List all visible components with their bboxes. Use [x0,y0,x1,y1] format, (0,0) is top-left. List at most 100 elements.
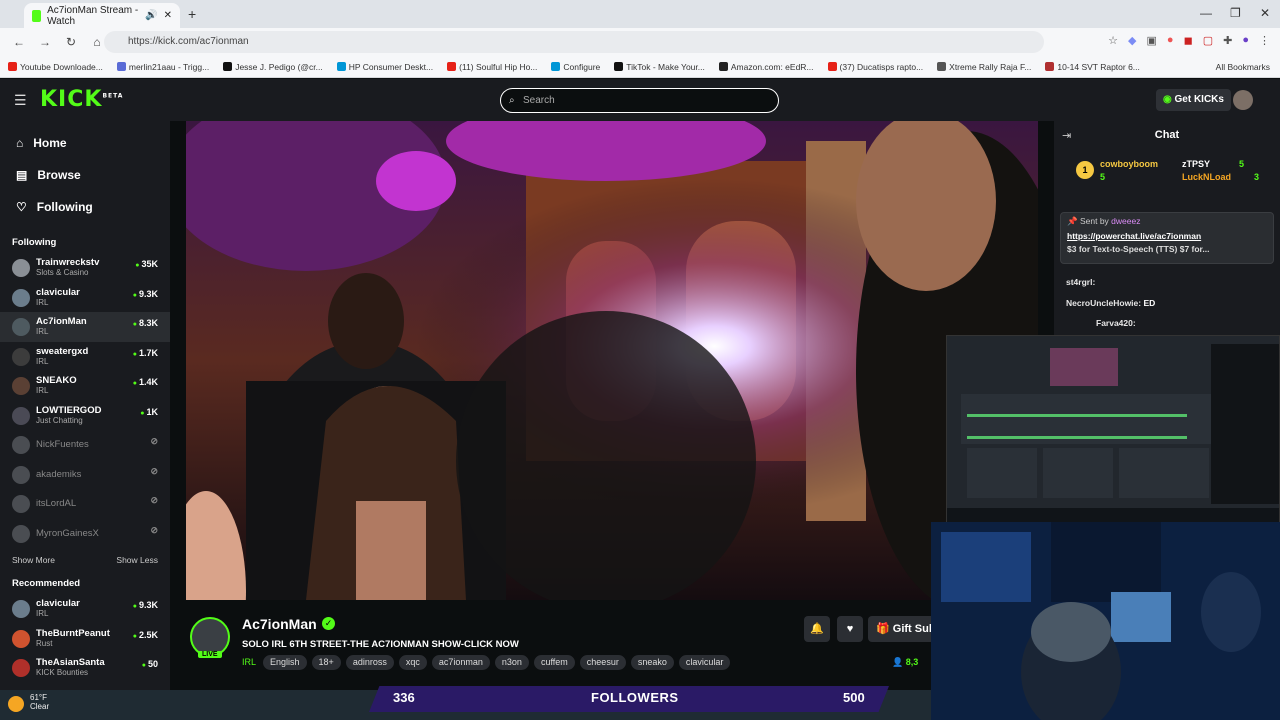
extension-icon[interactable]: ▣ [1147,34,1157,47]
follow-heart-icon[interactable]: ♥ [837,616,863,642]
bookmark-item[interactable]: Amazon.com: eEdR... [718,62,814,72]
sidebar-nav-following[interactable]: ♡ Following [0,191,170,223]
show-less-button[interactable]: Show Less [116,548,158,572]
sidebar-nav-home[interactable]: ⌂ Home [0,127,170,159]
sidebar-channel-sweatergxd[interactable]: sweatergxdIRL1.7K [0,342,170,372]
channel-avatar [12,406,30,425]
sidebar-nav-label: Browse [37,168,81,182]
bookmark-item[interactable]: Configure [551,62,600,72]
sidebar-channel-lowtiergod[interactable]: LOWTIERGODJust Chatting1K [0,401,170,431]
sidebar-channel-theasiansanta[interactable]: TheAsianSantaKICK Bounties50 [0,653,170,683]
get-kicks-button[interactable]: ◉ Get KICKs [1156,89,1231,111]
hamburger-icon[interactable]: ☰ [14,92,27,109]
bookmark-item[interactable]: Jesse J. Pedigo (@cr... [223,62,323,72]
bookmark-item[interactable]: merlin21aau - Trigg... [116,62,209,72]
bookmark-item[interactable]: Youtube Downloade... [8,62,103,72]
sidebar-channel-clavicular[interactable]: clavicularIRL9.3K [0,283,170,313]
sidebar-nav-browse[interactable]: ▤ Browse [0,159,170,191]
channel-avatar [12,600,30,618]
offline-icon: ⊘ [150,436,158,446]
user-avatar[interactable] [1233,90,1253,110]
stream-tag[interactable]: n3on [494,655,529,670]
video-player[interactable] [186,121,1038,600]
extension-icon[interactable]: ◼ [1184,34,1193,47]
stream-tag[interactable]: clavicular [678,655,731,670]
gifter-count: 5 [1239,159,1245,169]
audio-icon[interactable]: 🔊 [145,10,157,21]
chat-user[interactable]: Farva420: [1096,318,1136,328]
extension-icon[interactable]: ◆ [1128,34,1136,47]
pin-icon: 📌 [1067,216,1078,226]
menu-icon[interactable]: ⋮ [1259,34,1270,47]
channel-avatar [12,259,30,277]
profile-icon[interactable]: ● [1242,34,1249,47]
stream-tag[interactable]: 18+ [311,655,341,670]
bell-icon[interactable]: 🔔 [804,616,830,642]
stream-tag[interactable]: ac7ionman [431,655,490,670]
bookmark-item[interactable]: (11) Soulful Hip Ho... [447,62,537,72]
sidebar-channel-offline[interactable]: MyronGainesX ⊘ [0,519,170,549]
extensions: ☆ ◆ ▣ ● ◼ ▢ ✚ ● ⋮ [1108,34,1270,47]
pinned-message[interactable]: 📌 Sent by dweeez https://powerchat.live/… [1060,212,1274,264]
tab-title: Ac7ionMan Stream - Watch [47,4,139,27]
channel-avatar [12,465,30,484]
viewers-icon: 👤 [892,657,904,667]
close-tab-icon[interactable]: ✕ [164,10,172,21]
search-input[interactable]: ⌕ Search [500,88,779,113]
forward-icon[interactable]: → [38,35,52,49]
sidebar-channel-theburntpeanut[interactable]: TheBurntPeanutRust2.5K [0,624,170,654]
stream-tag[interactable]: adinross [345,655,394,670]
stream-tag[interactable]: cheesur [579,655,626,670]
bookmark-item[interactable]: TikTok - Make Your... [614,62,705,72]
minimize-icon[interactable]: — [1200,6,1212,20]
reload-icon[interactable]: ↻ [64,35,78,49]
extension-icon[interactable]: ● [1167,34,1174,47]
browse-icon: ▤ [16,168,28,182]
all-bookmarks-button[interactable]: All Bookmarks [1216,62,1270,72]
sidebar-channel-clavicular[interactable]: clavicularIRL9.3K [0,594,170,624]
sidebar-channel-offline[interactable]: akademiks ⊘ [0,460,170,490]
chat-user[interactable]: NecroUncleHowie: [1066,298,1141,308]
url-field[interactable]: https://kick.com/ac7ionman [104,31,1044,53]
gifter-name[interactable]: zTPSY [1182,159,1210,169]
gifter-name[interactable]: LuckNLoad [1182,172,1231,182]
sidebar-channel-trainwreckstv[interactable]: TrainwreckstvSlots & Casino35K [0,253,170,283]
channel-viewers: 1.4K [133,377,158,387]
show-more-button[interactable]: Show More [12,548,55,572]
restore-icon[interactable]: ❐ [1230,6,1241,20]
bookmark-item[interactable]: (37) Ducatisps rapto... [827,62,923,72]
gifter-name[interactable]: cowboyboom [1100,159,1158,169]
bookmark-item[interactable]: 10-14 SVT Raptor 6... [1045,62,1140,72]
streamer-name[interactable]: Ac7ionMan [242,616,317,632]
extension-icon[interactable]: ▢ [1203,34,1213,47]
browser-tab[interactable]: Ac7ionMan Stream - Watch 🔊 ✕ [24,3,180,28]
stream-tag[interactable]: English [263,655,307,670]
home-browser-icon[interactable]: ⌂ [90,35,104,49]
bookmark-item[interactable]: Xtreme Rally Raja F... [937,62,1031,72]
address-bar-row: ← → ↻ ⌂ https://kick.com/ac7ionman ☆ ◆ ▣… [0,28,1280,56]
gift-subs-button[interactable]: 🎁 Gift Subs [868,616,938,642]
pinned-link[interactable]: https://powerchat.live/ac7ionman [1067,231,1267,241]
chat-user[interactable]: st4rgrl: [1066,277,1095,287]
new-tab-icon[interactable]: + [188,6,196,22]
star-icon[interactable]: ☆ [1108,34,1118,47]
back-icon[interactable]: ← [12,35,26,49]
stream-tag[interactable]: sneako [630,655,674,670]
sidebar-channel-offline[interactable]: itsLordAL ⊘ [0,489,170,519]
kick-logo[interactable]: KICKBETA [40,87,123,112]
close-window-icon[interactable]: ✕ [1260,6,1270,20]
category-link[interactable]: IRL [242,655,256,670]
bookmarks-bar: Youtube Downloade... merlin21aau - Trigg.… [0,56,1280,78]
stream-tag[interactable]: cuffem [533,655,575,670]
sidebar-channel-sneako[interactable]: SNEAKOIRL1.4K [0,371,170,401]
stream-tag[interactable]: xqc [398,655,427,670]
sidebar-channel-ac7ionman[interactable]: Ac7ionManIRL8.3K [0,312,170,342]
channel-avatar [12,436,30,454]
sidebar-channel-offline[interactable]: NickFuentes ⊘ [0,430,170,460]
bookmark-item[interactable]: HP Consumer Deskt... [336,62,433,72]
channel-category: IRL [36,327,49,336]
puzzle-icon[interactable]: ✚ [1223,34,1232,47]
weather-widget[interactable]: 61°F Clear [8,693,49,712]
channel-avatar [12,318,30,336]
home-icon: ⌂ [16,136,24,150]
